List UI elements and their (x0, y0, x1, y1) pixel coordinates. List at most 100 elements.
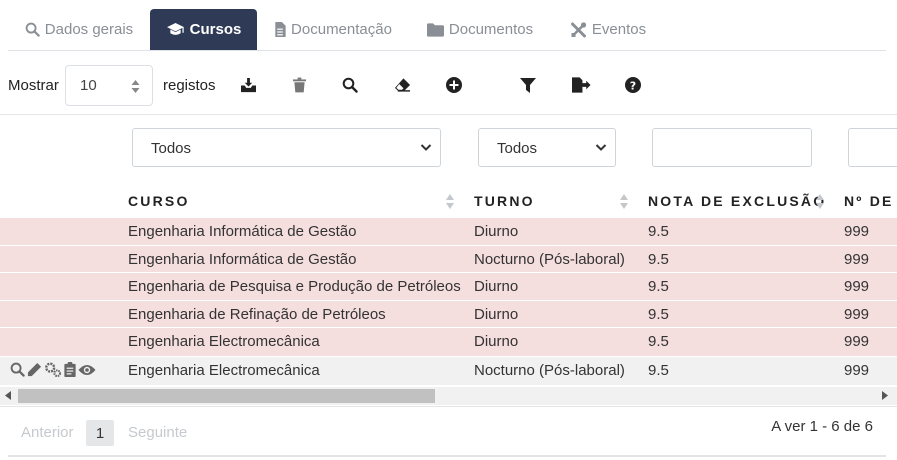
tools-icon (570, 21, 586, 37)
search-icon (25, 22, 40, 37)
next-page-button[interactable]: Seguinte (128, 424, 187, 441)
table-row[interactable]: Engenharia Electromecânica Diurno 9.5 99… (0, 328, 897, 356)
sort-arrows-icon[interactable] (619, 193, 629, 210)
cell-turno: Diurno (474, 333, 519, 351)
toolbar-divider (0, 114, 897, 115)
tab-label: Cursos (189, 21, 242, 38)
cell-nota: 9.5 (648, 362, 669, 379)
page-1-button[interactable]: 1 (86, 420, 114, 446)
cogs-icon[interactable] (44, 362, 62, 377)
filter-numero-input[interactable] (848, 128, 897, 167)
pencil-icon[interactable] (27, 362, 42, 377)
sort-arrows-icon[interactable] (815, 193, 825, 210)
tab-label: Documentos (448, 21, 534, 38)
previous-page-button[interactable]: Anterior (21, 424, 74, 441)
help-button[interactable]: ? (622, 74, 644, 96)
cell-nota: 9.5 (648, 250, 669, 268)
tab-label: Documentação (291, 21, 392, 38)
sort-arrows-icon[interactable] (445, 193, 455, 210)
filter-value: Todos (151, 140, 192, 157)
delete-button[interactable] (288, 74, 310, 96)
cell-curso: Engenharia Electromecânica (128, 333, 320, 351)
scroll-left-icon[interactable] (5, 391, 11, 400)
horizontal-scrollbar[interactable] (0, 387, 897, 405)
filter-value: Todos (497, 140, 538, 157)
cell-numero: 999 (844, 362, 870, 379)
cell-turno: Diurno (474, 305, 519, 323)
plus-circle-icon (446, 77, 462, 93)
clipboard-icon[interactable] (64, 362, 76, 377)
inbox-download-icon (240, 77, 256, 92)
clear-filters-button[interactable] (391, 74, 413, 96)
table-row[interactable]: Engenharia Informática de Gestão Diurno … (0, 218, 897, 246)
add-button[interactable] (443, 74, 465, 96)
cell-curso: Engenharia de Pesquisa e Produção de Pet… (128, 278, 461, 296)
cell-numero: 999 (844, 305, 870, 323)
tab-bar: Dados gerais Cursos Documentação Documen… (0, 0, 897, 51)
scrollbar-thumb[interactable] (18, 389, 435, 403)
svg-text:?: ? (630, 79, 636, 92)
filter-turno-select[interactable]: Todos (478, 128, 616, 167)
table-footer-divider (0, 406, 897, 407)
folder-icon (426, 22, 444, 37)
table-row[interactable]: Engenharia Electromecânica Nocturno (Pós… (0, 357, 897, 385)
eye-icon[interactable] (78, 363, 96, 377)
sort-arrows-icon (131, 80, 140, 93)
page-length-value: 10 (80, 77, 97, 94)
cell-nota: 9.5 (648, 278, 669, 296)
cell-turno: Nocturno (Pós-laboral) (474, 362, 625, 379)
export-button[interactable] (570, 74, 592, 96)
tab-eventos[interactable]: Eventos (562, 9, 654, 50)
tab-label: Dados gerais (44, 21, 134, 38)
tab-documentos[interactable]: Documentos (420, 9, 540, 50)
cell-turno: Diurno (474, 223, 519, 240)
file-icon (275, 22, 286, 37)
tabs-divider (8, 50, 886, 51)
table-row[interactable]: Engenharia de Pesquisa e Produção de Pet… (0, 273, 897, 301)
chevron-down-icon (595, 144, 607, 151)
cell-numero: 999 (844, 250, 870, 268)
cell-nota: 9.5 (648, 333, 669, 351)
tab-cursos[interactable]: Cursos (150, 9, 257, 50)
filter-icon (520, 77, 536, 93)
help-icon: ? (625, 77, 641, 93)
cell-curso: Engenharia Informática de Gestão (128, 223, 357, 240)
download-button[interactable] (237, 74, 259, 96)
page-length-select[interactable]: 10 (65, 65, 153, 106)
column-header-turno[interactable]: TURNO (474, 193, 535, 209)
cell-nota: 9.5 (648, 223, 669, 240)
row-actions (10, 362, 96, 377)
records-label: registos (163, 77, 216, 94)
column-header-nota[interactable]: NOTA DE EXCLUSÃO (648, 193, 826, 209)
cell-turno: Nocturno (Pós-laboral) (474, 250, 625, 268)
cell-curso: Engenharia de Refinação de Petróleos (128, 305, 386, 323)
search-button[interactable] (339, 74, 361, 96)
panel-bottom-border (8, 455, 886, 457)
cell-curso: Engenharia Informática de Gestão (128, 250, 357, 268)
chevron-down-icon (420, 144, 432, 151)
tab-dados-gerais[interactable]: Dados gerais (18, 9, 140, 50)
column-header-numero[interactable]: Nº DE (844, 193, 894, 209)
table-row[interactable]: Engenharia Informática de Gestão Nocturn… (0, 245, 897, 274)
filter-button[interactable] (517, 74, 539, 96)
eraser-icon (394, 78, 410, 92)
graduation-cap-icon (166, 22, 184, 35)
search-icon (342, 77, 358, 93)
trash-icon (292, 77, 306, 93)
cell-turno: Diurno (474, 278, 519, 296)
column-header-curso[interactable]: CURSO (128, 193, 190, 209)
search-icon[interactable] (10, 362, 25, 377)
cell-numero: 999 (844, 278, 870, 296)
cell-numero: 999 (844, 333, 870, 351)
cell-numero: 999 (844, 223, 870, 240)
tab-label: Eventos (591, 21, 647, 38)
filter-curso-select[interactable]: Todos (132, 128, 441, 167)
show-label: Mostrar (8, 77, 59, 94)
tab-documentacao[interactable]: Documentação (270, 9, 396, 50)
cell-nota: 9.5 (648, 305, 669, 323)
table-toolbar: Mostrar 10 registos ? (0, 62, 897, 108)
table-row[interactable]: Engenharia de Refinação de Petróleos Diu… (0, 300, 897, 329)
scroll-right-icon[interactable] (882, 391, 888, 400)
table-info: A ver 1 - 6 de 6 (771, 418, 873, 435)
filter-nota-input[interactable] (652, 128, 812, 167)
